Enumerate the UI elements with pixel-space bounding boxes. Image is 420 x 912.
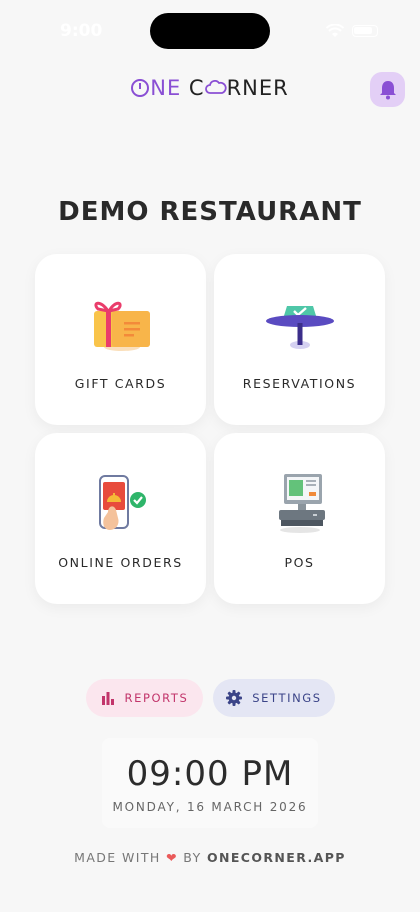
footer-brand-link[interactable]: ONECORNER.APP bbox=[207, 850, 346, 865]
pos-label: POS bbox=[284, 555, 315, 570]
footer-made-with: MADE WITH bbox=[74, 850, 161, 865]
reserved-table-icon bbox=[265, 306, 334, 349]
wifi-icon bbox=[326, 24, 344, 37]
bar-chart-icon bbox=[101, 692, 114, 705]
reports-button[interactable]: REPORTS bbox=[86, 679, 203, 717]
logo-text-c: C bbox=[188, 76, 205, 100]
clock-date: MONDAY, 16 MARCH 2026 bbox=[112, 800, 308, 814]
online-orders-label: ONLINE ORDERS bbox=[58, 555, 183, 570]
app-logo: NE C RNER bbox=[0, 76, 420, 106]
clock-time: 09:00 PM bbox=[126, 754, 294, 794]
online-orders-tile[interactable]: ONLINE ORDERS bbox=[35, 433, 206, 604]
gift-cards-tile[interactable]: GIFT CARDS bbox=[35, 254, 206, 425]
settings-label: SETTINGS bbox=[252, 691, 322, 705]
bell-icon bbox=[379, 80, 396, 99]
dynamic-island bbox=[150, 13, 270, 49]
page-title: DEMO RESTAURANT bbox=[58, 197, 362, 227]
heart-icon: ❤ bbox=[166, 850, 178, 865]
status-time: 9:00 bbox=[60, 21, 103, 41]
status-bar: 9:00 bbox=[0, 0, 420, 60]
battery-icon bbox=[352, 25, 378, 37]
footer-by: BY bbox=[183, 850, 202, 865]
reports-label: REPORTS bbox=[124, 691, 189, 705]
reservations-label: RESERVATIONS bbox=[242, 376, 357, 391]
logo-text-one: NE bbox=[150, 76, 182, 100]
pos-tile[interactable]: POS bbox=[214, 433, 385, 604]
footer: MADE WITH ❤ BY ONECORNER.APP bbox=[0, 850, 420, 865]
clock-widget: 09:00 PM MONDAY, 16 MARCH 2026 bbox=[102, 738, 318, 828]
notifications-button[interactable] bbox=[370, 72, 405, 107]
gift-cards-label: GIFT CARDS bbox=[74, 376, 167, 391]
reservations-tile[interactable]: RESERVATIONS bbox=[214, 254, 385, 425]
clock-logo-icon bbox=[131, 79, 150, 97]
gift-card-icon bbox=[93, 301, 150, 351]
cloud-logo-icon bbox=[204, 80, 227, 94]
gear-icon bbox=[226, 690, 243, 706]
settings-button[interactable]: SETTINGS bbox=[213, 679, 335, 717]
cash-register-icon bbox=[278, 474, 325, 533]
phone-order-icon bbox=[98, 475, 146, 530]
logo-text-rner: RNER bbox=[226, 76, 289, 100]
